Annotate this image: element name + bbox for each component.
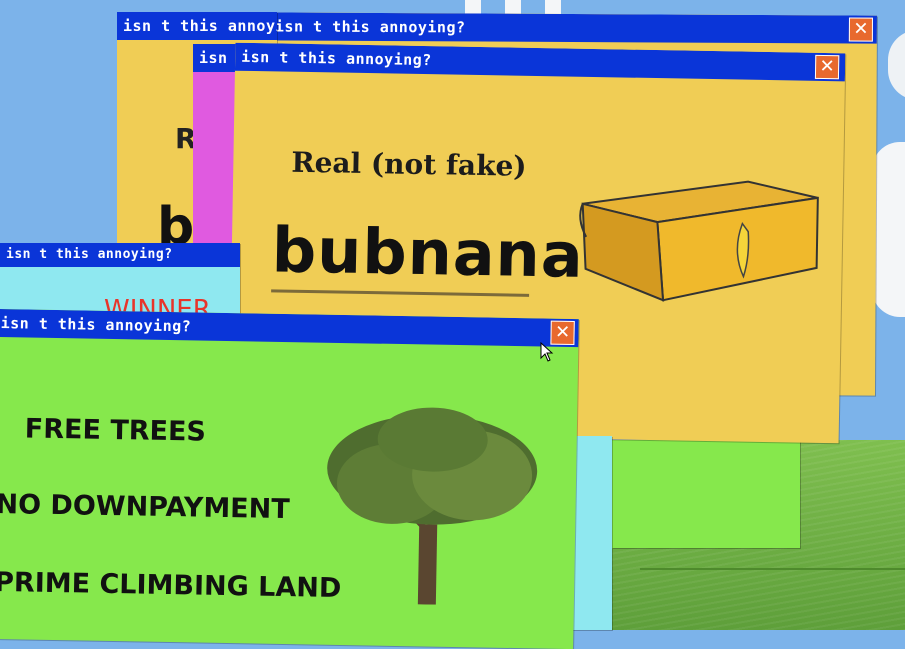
close-icon[interactable]: ✕	[814, 54, 840, 80]
tagline-text: Real (not fake)	[291, 145, 527, 183]
cloud	[872, 142, 905, 317]
close-icon[interactable]: ✕	[848, 17, 873, 42]
tree-icon	[327, 407, 538, 605]
ad-line-no-downpayment: NO DOWNPAYMENT	[0, 488, 290, 526]
ad-line-prime-climbing-land: PRIME CLIMBING LAND	[0, 566, 342, 605]
grass-ridge	[640, 568, 905, 570]
popup-titlebar[interactable]: isn t this annoying?	[117, 12, 277, 40]
mouse-cursor-icon	[540, 342, 554, 362]
popup-titlebar[interactable]: isn t this annoying?	[268, 12, 877, 44]
close-icon[interactable]: ✕	[550, 320, 575, 346]
popup-titlebar[interactable]: isn t this annoying?	[0, 243, 240, 267]
treasure-chest-icon	[579, 180, 819, 302]
underline	[271, 289, 530, 297]
popup-window-trees[interactable]: isn t this annoying? ✕ FREE TREES NO DOW…	[0, 308, 579, 649]
building-pillar	[545, 0, 561, 14]
building-pillar	[505, 0, 521, 14]
cloud-small	[888, 30, 905, 100]
ad-line-free-trees: FREE TREES	[24, 413, 207, 448]
building-pillar	[465, 0, 481, 14]
product-name-text: bubnana	[271, 213, 585, 292]
popup-window-green-back	[612, 440, 800, 548]
